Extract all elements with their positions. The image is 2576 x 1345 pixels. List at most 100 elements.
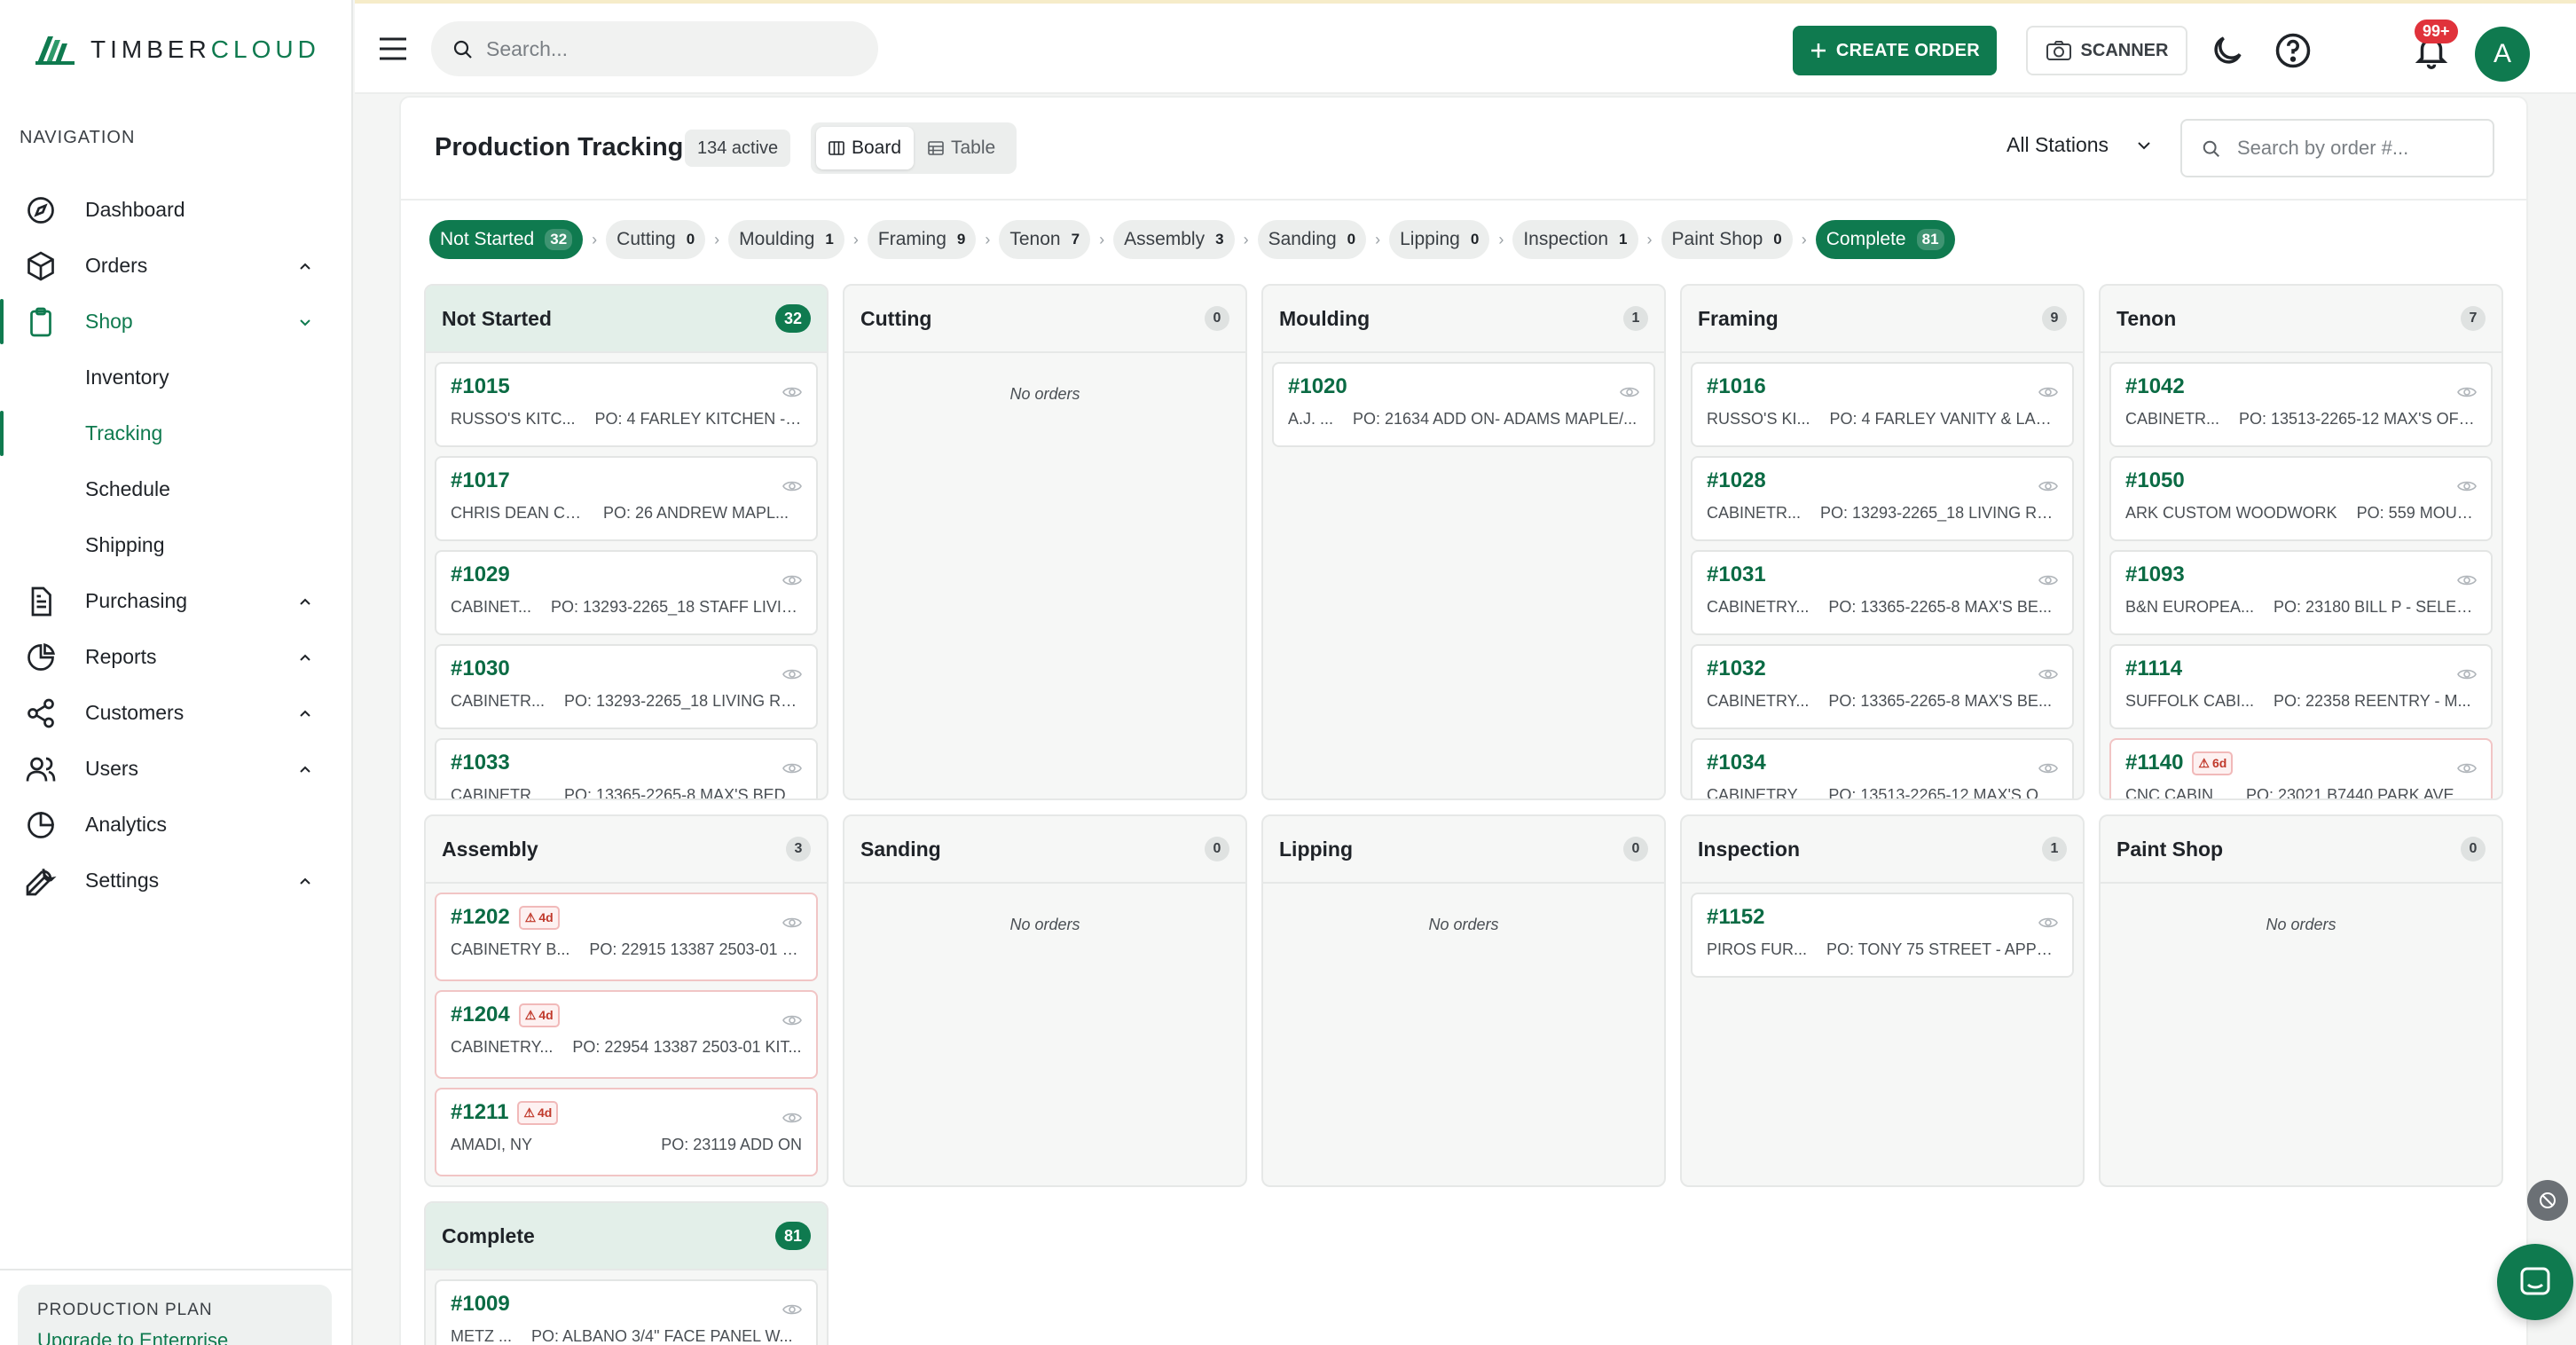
sidebar-item-settings[interactable]: Settings	[0, 853, 351, 908]
order-id[interactable]: #1050	[2125, 468, 2477, 493]
dismiss-widget-button[interactable]	[2527, 1180, 2568, 1221]
order-id[interactable]: #1140	[2125, 751, 2183, 775]
order-card[interactable]: #1030 CABINETR... PO: 13293-2265_18 LIVING…	[435, 644, 818, 729]
moon-icon[interactable]	[2209, 32, 2246, 69]
stage-chip-tenon[interactable]: Tenon 7	[999, 220, 1091, 259]
order-id[interactable]: #1016	[1707, 374, 2058, 399]
stage-chip-inspection[interactable]: Inspection 1	[1512, 220, 1638, 259]
order-card[interactable]: #1204 ⚠ 4d CABINETRY... PO: 22954 13387 2503…	[435, 990, 818, 1079]
order-id[interactable]: #1009	[451, 1292, 802, 1317]
order-card[interactable]: #1031 CABINETRY... PO: 13365-2265-8 MAX'S …	[1691, 550, 2074, 635]
eye-icon[interactable]	[2038, 385, 2058, 399]
chevron-up-icon[interactable]	[296, 760, 314, 778]
stage-chip-complete[interactable]: Complete 81	[1815, 220, 1955, 259]
eye-icon[interactable]	[2038, 573, 2058, 587]
order-id[interactable]: #1033	[451, 751, 802, 775]
order-card[interactable]: #1028 CABINETR... PO: 13293-2265_18 LIVING…	[1691, 456, 2074, 541]
sidebar-item-shop[interactable]: Shop	[0, 294, 351, 350]
order-card[interactable]: #1033 CABINETR... PO: 13365-2265-8 MAX'S B…	[435, 738, 818, 798]
order-card[interactable]: #1050 ARK CUSTOM WOODWORK PO: 559 MOULD	[2109, 456, 2493, 541]
stage-chip-lipping[interactable]: Lipping 0	[1389, 220, 1490, 259]
eye-icon[interactable]	[782, 667, 802, 681]
sidebar-item-inventory[interactable]: Inventory	[0, 350, 351, 405]
chevron-up-icon[interactable]	[296, 704, 314, 722]
order-card[interactable]: #1093 B&N EUROPEA... PO: 23180 BILL P - SE…	[2109, 550, 2493, 635]
eye-icon[interactable]	[2457, 479, 2477, 493]
logo[interactable]: TIMBERCLOUD	[35, 32, 320, 67]
sidebar-item-purchasing[interactable]: Purchasing	[0, 573, 351, 629]
eye-icon[interactable]	[782, 761, 802, 775]
eye-icon[interactable]	[782, 479, 802, 493]
chevron-down-icon[interactable]	[296, 313, 314, 331]
order-id[interactable]: #1114	[2125, 657, 2477, 681]
eye-icon[interactable]	[2457, 761, 2477, 775]
order-id[interactable]: #1020	[1288, 374, 1639, 399]
order-id[interactable]: #1031	[1707, 562, 2058, 587]
order-id[interactable]: #1028	[1707, 468, 2058, 493]
eye-icon[interactable]	[782, 1013, 802, 1027]
eye-icon[interactable]	[2038, 479, 2058, 493]
eye-icon[interactable]	[782, 1302, 802, 1317]
create-order-button[interactable]: CREATE ORDER	[1793, 26, 1997, 75]
sidebar-item-dashboard[interactable]: Dashboard	[0, 182, 351, 238]
eye-icon[interactable]	[2038, 667, 2058, 681]
order-card[interactable]: #1020 A.J. ... PO: 21634 ADD ON- ADAMS MAP…	[1272, 362, 1655, 447]
order-id[interactable]: #1015	[451, 374, 802, 399]
order-card[interactable]: #1202 ⚠ 4d CABINETRY B... PO: 22915 13387 25…	[435, 893, 818, 981]
stage-chip-sanding[interactable]: Sanding 0	[1257, 220, 1367, 259]
scanner-button[interactable]: SCANNER	[2026, 26, 2187, 75]
stage-chip-not-started[interactable]: Not Started 32	[429, 220, 584, 259]
board-view-button[interactable]: Board	[816, 127, 915, 169]
order-card[interactable]: #1016 RUSSO'S KI... PO: 4 FARLEY VANITY & …	[1691, 362, 2074, 447]
order-card[interactable]: #1034 CABINETRY... PO: 13513-2265-12 MAX'S…	[1691, 738, 2074, 798]
order-id[interactable]: #1029	[451, 562, 802, 587]
order-card[interactable]: #1114 SUFFOLK CABI... PO: 22358 REENTRY - …	[2109, 644, 2493, 729]
chevron-up-icon[interactable]	[296, 257, 314, 275]
stage-chip-assembly[interactable]: Assembly 3	[1113, 220, 1235, 259]
order-id[interactable]: #1042	[2125, 374, 2477, 399]
order-card[interactable]: #1032 CABINETRY... PO: 13365-2265-8 MAX'S …	[1691, 644, 2074, 729]
upgrade-link[interactable]: Upgrade to Enterprise	[37, 1329, 312, 1345]
eye-icon[interactable]	[2457, 385, 2477, 399]
order-id[interactable]: #1030	[451, 657, 802, 681]
order-search-input[interactable]: Search by order #...	[2180, 119, 2494, 177]
eye-icon[interactable]	[2457, 667, 2477, 681]
order-id[interactable]: #1017	[451, 468, 802, 493]
sidebar-item-tracking[interactable]: Tracking	[0, 405, 351, 461]
station-filter-select[interactable]: All Stations	[2007, 133, 2153, 157]
order-card[interactable]: #1140 ⚠ 6d CNC CABIN... PO: 23021 B7440 PARK…	[2109, 738, 2493, 798]
eye-icon[interactable]	[782, 1111, 802, 1125]
sidebar-item-orders[interactable]: Orders	[0, 238, 351, 294]
order-card[interactable]: #1017 CHRIS DEAN CAR... PO: 26 ANDREW MAPL…	[435, 456, 818, 541]
eye-icon[interactable]	[782, 385, 802, 399]
order-id[interactable]: #1204	[451, 1003, 510, 1027]
chevron-up-icon[interactable]	[296, 872, 314, 890]
sidebar-item-shipping[interactable]: Shipping	[0, 517, 351, 573]
global-search-input[interactable]: Search...	[431, 21, 878, 76]
eye-icon[interactable]	[2457, 573, 2477, 587]
eye-icon[interactable]	[782, 573, 802, 587]
chat-launcher-button[interactable]	[2497, 1244, 2573, 1320]
stage-chip-cutting[interactable]: Cutting 0	[606, 220, 706, 259]
order-card[interactable]: #1015 RUSSO'S KITC... PO: 4 FARLEY KITCHEN…	[435, 362, 818, 447]
sidebar-item-schedule[interactable]: Schedule	[0, 461, 351, 517]
eye-icon[interactable]	[1620, 385, 1639, 399]
sidebar-item-reports[interactable]: Reports	[0, 629, 351, 685]
help-icon[interactable]	[2274, 32, 2312, 69]
eye-icon[interactable]	[2038, 761, 2058, 775]
eye-icon[interactable]	[2038, 916, 2058, 930]
order-id[interactable]: #1093	[2125, 562, 2477, 587]
stage-chip-moulding[interactable]: Moulding 1	[728, 220, 844, 259]
order-id[interactable]: #1211	[451, 1100, 508, 1125]
chevron-up-icon[interactable]	[296, 649, 314, 666]
hamburger-menu-icon[interactable]	[378, 35, 408, 62]
chevron-up-icon[interactable]	[296, 593, 314, 610]
avatar[interactable]: A	[2475, 27, 2530, 82]
order-card[interactable]: #1152 PIROS FUR... PO: TONY 75 STREET - AP…	[1691, 893, 2074, 978]
stage-chip-paint-shop[interactable]: Paint Shop 0	[1661, 220, 1793, 259]
sidebar-item-customers[interactable]: Customers	[0, 685, 351, 741]
stage-chip-framing[interactable]: Framing 9	[867, 220, 977, 259]
order-id[interactable]: #1152	[1707, 905, 2058, 930]
eye-icon[interactable]	[782, 916, 802, 930]
sidebar-item-analytics[interactable]: Analytics	[0, 797, 351, 853]
